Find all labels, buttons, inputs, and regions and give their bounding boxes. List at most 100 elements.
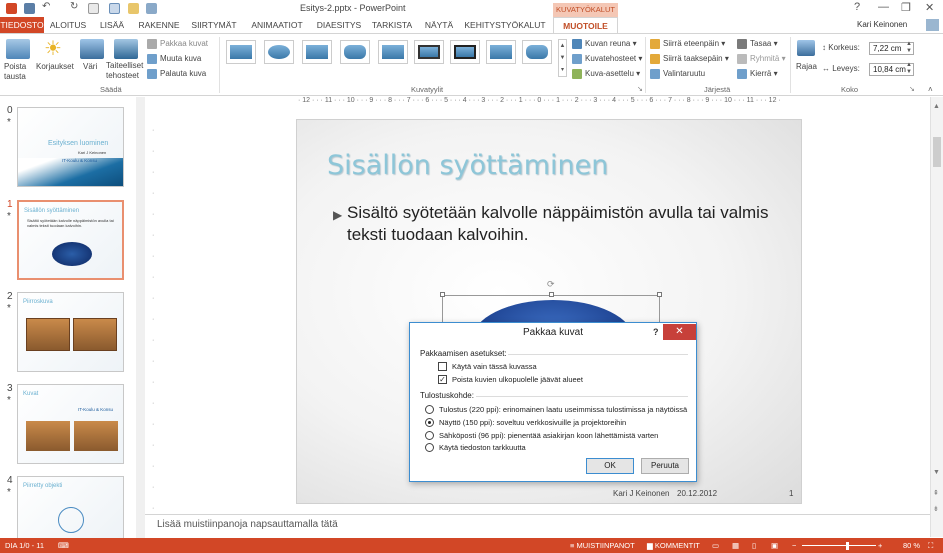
- collapse-ribbon-icon[interactable]: ˄: [928, 85, 933, 94]
- main-scrollbar[interactable]: ▲ ▼ ⇞ ⇟: [930, 97, 943, 537]
- scroll-down-icon[interactable]: ▼: [933, 469, 940, 476]
- apply-only-this-label[interactable]: Käytä vain tässä kuvassa: [452, 362, 537, 371]
- picture-effects-button[interactable]: Kuvatehosteet ▾: [572, 54, 642, 64]
- slide-thumbnail-2[interactable]: Piirroskuva: [17, 292, 124, 372]
- picture-style-2[interactable]: [264, 40, 294, 64]
- slide-thumbnail-1[interactable]: Sisällön syöttäminen Sisältö syötetään k…: [17, 200, 124, 280]
- tab-developer[interactable]: KEHITYSTYÖKALUT: [462, 17, 548, 33]
- tab-slideshow[interactable]: DIAESITYS: [313, 17, 365, 33]
- notes-toggle-button[interactable]: ≡ MUISTIINPANOT: [570, 538, 635, 553]
- notes-placeholder[interactable]: Lisää muistiinpanoja napsauttamalla tätä: [157, 519, 338, 530]
- save-icon[interactable]: [24, 3, 35, 14]
- picture-style-7[interactable]: [450, 40, 480, 64]
- dialog-launcher-icon[interactable]: ↘: [637, 85, 643, 93]
- picture-style-3[interactable]: [302, 40, 332, 64]
- remove-background-icon[interactable]: [6, 39, 30, 59]
- resize-handle[interactable]: [549, 292, 554, 297]
- change-picture-button[interactable]: Muuta kuva: [147, 54, 201, 64]
- picture-style-1[interactable]: [226, 40, 256, 64]
- print-radio[interactable]: [425, 405, 434, 414]
- picture-border-button[interactable]: Kuvan reuna ▾: [572, 39, 637, 49]
- open-folder-icon[interactable]: [128, 3, 139, 14]
- maximize-button[interactable]: ❐: [901, 1, 911, 14]
- width-spinner-icon[interactable]: ▲ ▼: [906, 62, 912, 76]
- apply-only-this-checkbox[interactable]: [438, 362, 447, 371]
- corrections-icon[interactable]: ☀: [44, 36, 62, 61]
- tab-transitions[interactable]: SIIRTYMÄT: [188, 17, 240, 33]
- slide-panel-scrollbar[interactable]: [136, 97, 145, 538]
- comments-toggle-button[interactable]: ▆ KOMMENTIT: [647, 538, 700, 553]
- print-radio-label[interactable]: Tulostus (220 ppi): erinomainen laatu us…: [439, 405, 687, 414]
- remove-background-button[interactable]: Poista tausta: [4, 62, 34, 82]
- corrections-button[interactable]: Korjaukset: [36, 62, 74, 72]
- color-button[interactable]: Väri: [83, 62, 97, 72]
- screen-radio-label[interactable]: Näyttö (150 ppi): soveltuu verkkosivuill…: [439, 418, 626, 427]
- crop-button[interactable]: Rajaa: [796, 62, 817, 72]
- compress-pictures-button[interactable]: Pakkaa kuvat: [147, 39, 208, 49]
- screen-radio[interactable]: [425, 418, 434, 427]
- email-radio[interactable]: [425, 431, 434, 440]
- group-button[interactable]: Ryhmitä ▾: [737, 54, 786, 64]
- tab-home[interactable]: ALOITUS: [47, 17, 89, 33]
- slide-thumbnail-0[interactable]: Esityksen luominen Kari J Keinonen IT-Ko…: [17, 107, 124, 187]
- zoom-in-icon[interactable]: +: [878, 538, 882, 553]
- cancel-button[interactable]: Peruuta: [641, 458, 689, 474]
- email-radio-label[interactable]: Sähköposti (96 ppi): pienentää asiakirja…: [439, 431, 658, 440]
- start-slideshow-icon[interactable]: [109, 3, 120, 14]
- color-icon[interactable]: [80, 39, 104, 59]
- slideshow-view-icon[interactable]: ▣: [771, 538, 778, 553]
- artistic-effects-icon[interactable]: [114, 39, 138, 59]
- bring-forward-button[interactable]: Siirrä eteenpäin ▾: [650, 39, 725, 49]
- minimize-button[interactable]: —: [878, 1, 889, 13]
- dialog-close-button[interactable]: ✕: [663, 324, 696, 340]
- avatar[interactable]: [926, 19, 939, 31]
- zoom-slider[interactable]: [802, 545, 876, 546]
- artistic-effects-button[interactable]: Taiteelliset tehosteet: [106, 61, 144, 81]
- zoom-slider-thumb[interactable]: [846, 542, 849, 550]
- resize-handle[interactable]: [440, 292, 445, 297]
- slide-thumbnail-3[interactable]: Kuvat IT-Koulu & Konsu: [17, 384, 124, 464]
- picture-layout-button[interactable]: Kuva-asettelu ▾: [572, 69, 640, 79]
- send-backward-button[interactable]: Siirrä taaksepäin ▾: [650, 54, 729, 64]
- new-file-icon[interactable]: [88, 3, 99, 14]
- tab-file[interactable]: TIEDOSTO: [0, 17, 44, 33]
- height-spinner-icon[interactable]: ▲ ▼: [906, 41, 912, 55]
- tab-insert[interactable]: LISÄÄ: [95, 17, 129, 33]
- picture-style-4[interactable]: [340, 40, 370, 64]
- resize-handle[interactable]: [657, 292, 662, 297]
- notes-pane[interactable]: Lisää muistiinpanoja napsauttamalla tätä: [145, 514, 930, 536]
- scroll-up-icon[interactable]: ▲: [933, 103, 940, 110]
- dialog-help-button[interactable]: ?: [653, 327, 659, 337]
- picture-style-5[interactable]: [378, 40, 408, 64]
- reading-view-icon[interactable]: ▯: [752, 538, 756, 553]
- picture-style-9[interactable]: [522, 40, 552, 64]
- help-button[interactable]: ?: [854, 1, 860, 13]
- tab-review[interactable]: TARKISTA: [369, 17, 415, 33]
- tab-animations[interactable]: ANIMAATIOT: [247, 17, 307, 33]
- selection-pane-button[interactable]: Valintaruutu: [650, 69, 705, 79]
- tab-design[interactable]: RAKENNE: [136, 17, 182, 33]
- zoom-level[interactable]: 80 %: [903, 538, 920, 553]
- print-preview-icon[interactable]: [146, 3, 157, 14]
- crop-icon[interactable]: [797, 40, 815, 56]
- next-slide-icon[interactable]: ⇟: [933, 505, 939, 513]
- spelling-check-icon[interactable]: ⌨: [58, 538, 69, 553]
- align-button[interactable]: Tasaa ▾: [737, 39, 778, 49]
- document-resolution-label[interactable]: Käytä tiedoston tarkkuutta: [439, 443, 526, 452]
- normal-view-icon[interactable]: ▭: [712, 538, 719, 553]
- delete-cropped-areas-label[interactable]: Poista kuvien ulkopuolelle jäävät alueet: [452, 375, 583, 384]
- zoom-out-icon[interactable]: −: [792, 538, 796, 553]
- styles-scroll-icon[interactable]: ▲ ▼ ▾: [558, 39, 567, 77]
- redo-icon[interactable]: ↻: [70, 1, 78, 12]
- user-name[interactable]: Kari Keinonen: [857, 20, 907, 29]
- rotate-handle-icon[interactable]: ⟳: [547, 279, 555, 290]
- slide-sorter-icon[interactable]: ▦: [732, 538, 739, 553]
- delete-cropped-areas-checkbox[interactable]: ✓: [438, 375, 447, 384]
- previous-slide-icon[interactable]: ⇞: [933, 489, 939, 497]
- document-resolution-radio[interactable]: [425, 443, 434, 452]
- ok-button[interactable]: OK: [586, 458, 634, 474]
- rotate-button[interactable]: Kierrä ▾: [737, 69, 778, 79]
- picture-style-8[interactable]: [486, 40, 516, 64]
- tab-format[interactable]: MUOTOILE: [553, 17, 618, 33]
- tab-view[interactable]: NÄYTÄ: [422, 17, 456, 33]
